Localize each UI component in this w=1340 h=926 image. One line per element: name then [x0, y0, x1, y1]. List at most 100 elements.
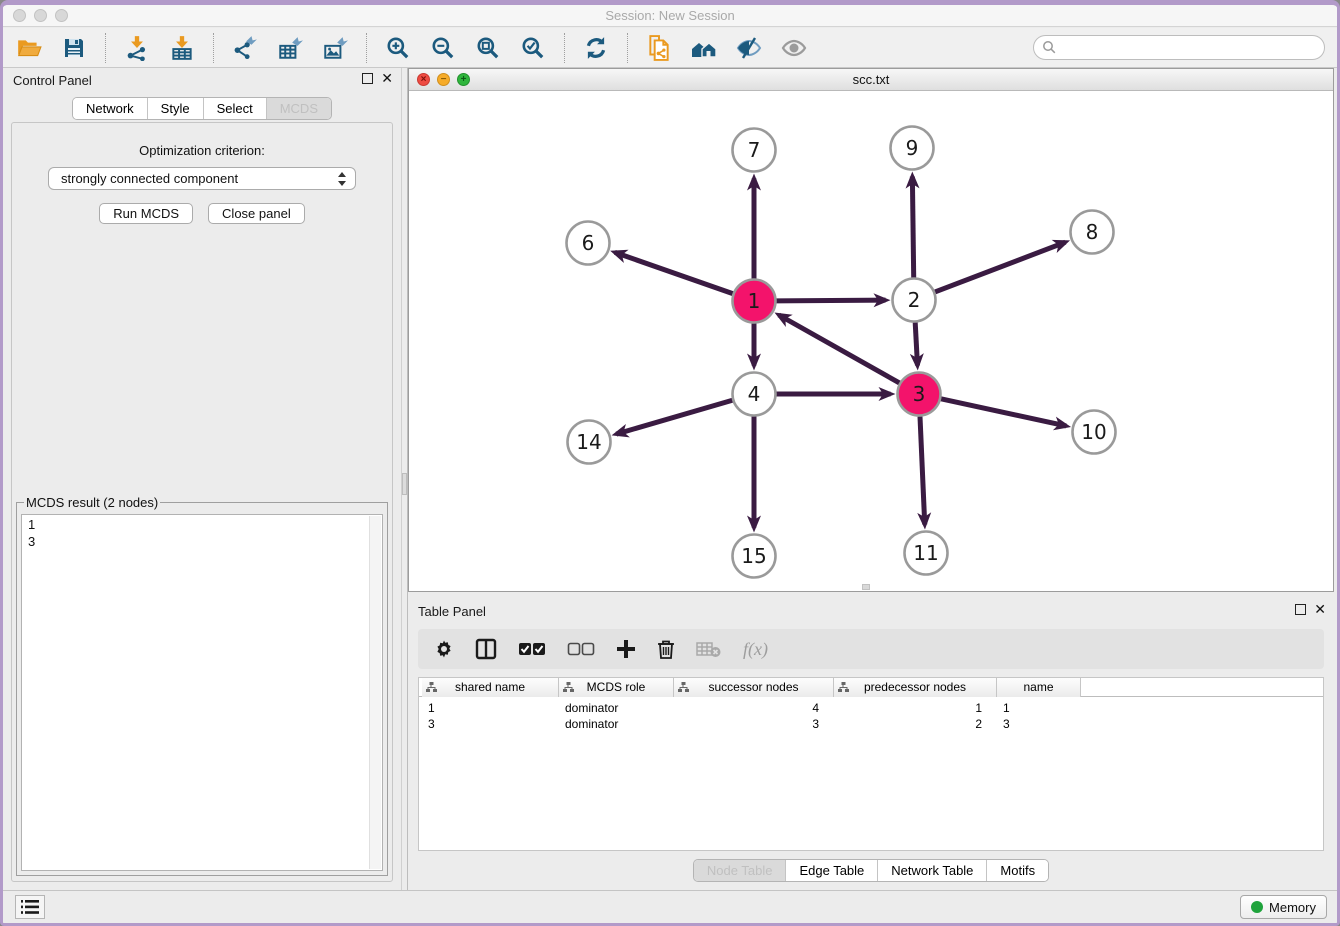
graph-edge-1-6[interactable]	[615, 252, 733, 293]
result-scrollbar[interactable]	[369, 516, 381, 869]
graph-edge-1-2[interactable]	[776, 300, 885, 301]
float-panel-icon[interactable]	[362, 73, 373, 84]
export-table-icon[interactable]	[276, 34, 304, 62]
copy-network-icon[interactable]	[645, 34, 673, 62]
zoom-in-icon[interactable]	[384, 34, 412, 62]
import-network-icon[interactable]	[123, 34, 151, 62]
graph-node-11[interactable]: 11	[905, 532, 948, 575]
table-options-gear-icon[interactable]	[434, 639, 454, 659]
task-history-button[interactable]	[15, 895, 45, 919]
home-icon[interactable]	[690, 34, 718, 62]
node-label: 14	[576, 430, 601, 454]
table-cell[interactable]: 1	[997, 700, 1081, 716]
table-row[interactable]: 1dominator411	[419, 700, 1323, 716]
graph-node-15[interactable]: 15	[733, 535, 776, 578]
add-column-icon[interactable]	[616, 639, 636, 659]
delete-column-icon[interactable]	[657, 639, 675, 659]
graph-node-10[interactable]: 10	[1073, 411, 1116, 454]
graph-node-4[interactable]: 4	[733, 373, 776, 416]
delete-table-icon[interactable]	[696, 640, 722, 658]
table-row[interactable]: 3dominator323	[419, 716, 1323, 732]
zoom-out-icon[interactable]	[429, 34, 457, 62]
table-cell[interactable]: 3	[422, 716, 559, 732]
select-all-columns-icon[interactable]	[518, 641, 546, 657]
mcds-result-text[interactable]: 13	[21, 514, 383, 871]
graph-edge-3-10[interactable]	[941, 399, 1066, 426]
column-header-name[interactable]: name	[997, 678, 1081, 697]
result-line: 3	[28, 533, 376, 550]
network-window-titlebar[interactable]: × − + scc.txt	[409, 69, 1333, 91]
graph-node-1[interactable]: 1	[733, 280, 776, 323]
main-toolbar	[3, 28, 1337, 68]
memory-button[interactable]: Memory	[1240, 895, 1327, 919]
tab-node-table[interactable]: Node Table	[694, 860, 786, 881]
splitter-handle[interactable]	[402, 473, 407, 495]
table-cell[interactable]: 4	[674, 700, 834, 716]
export-image-icon[interactable]	[321, 34, 349, 62]
graph-node-14[interactable]: 14	[568, 421, 611, 464]
search-input[interactable]	[1033, 35, 1325, 60]
graph-node-8[interactable]: 8	[1071, 211, 1114, 254]
tab-style[interactable]: Style	[147, 98, 203, 119]
import-table-icon[interactable]	[168, 34, 196, 62]
column-header-successor-nodes[interactable]: successor nodes	[674, 678, 834, 697]
toolbar-separator	[564, 33, 565, 63]
control-panel-title: Control Panel	[13, 73, 92, 88]
graph-edge-2-9[interactable]	[912, 176, 913, 277]
table-cell[interactable]: 1	[834, 700, 997, 716]
apply-function-icon[interactable]: f(x)	[743, 639, 768, 660]
tab-edge-table[interactable]: Edge Table	[785, 860, 877, 881]
open-file-icon[interactable]	[15, 34, 43, 62]
canvas-resize-handle[interactable]	[862, 584, 870, 590]
graph-node-9[interactable]: 9	[891, 127, 934, 170]
graph-node-3[interactable]: 3	[898, 373, 941, 416]
show-hide-icon[interactable]	[780, 34, 808, 62]
toolbar-separator	[627, 33, 628, 63]
network-window-title: scc.txt	[409, 72, 1333, 87]
tab-network-table[interactable]: Network Table	[877, 860, 986, 881]
column-header-shared-name[interactable]: shared name	[422, 678, 559, 697]
save-session-icon[interactable]	[60, 34, 88, 62]
column-header-MCDS-role[interactable]: MCDS role	[559, 678, 674, 697]
app-window: Session: New Session	[0, 0, 1340, 926]
column-header-predecessor-nodes[interactable]: predecessor nodes	[834, 678, 997, 697]
search-field	[1033, 35, 1325, 60]
table-toolbar: f(x)	[418, 629, 1324, 669]
zoom-selected-icon[interactable]	[519, 34, 547, 62]
show-columns-icon[interactable]	[475, 638, 497, 660]
float-table-panel-icon[interactable]	[1295, 604, 1306, 615]
panel-splitter[interactable]	[401, 68, 408, 890]
graph-edge-4-14[interactable]	[616, 400, 732, 434]
table-cell[interactable]: 3	[674, 716, 834, 732]
graph-node-7[interactable]: 7	[733, 129, 776, 172]
table-cell[interactable]: 3	[997, 716, 1081, 732]
network-canvas[interactable]: 7 9 6 8 1 2 4 3 14 10 15 11	[409, 91, 1333, 591]
close-table-panel-icon[interactable]: ✕	[1314, 604, 1326, 615]
graph-edge-2-3[interactable]	[915, 322, 917, 365]
graph-edge-3-11[interactable]	[920, 416, 925, 524]
close-panel-button[interactable]: Close panel	[208, 203, 305, 224]
node-label: 6	[582, 231, 595, 255]
table-cell[interactable]: dominator	[559, 700, 674, 716]
graph-node-2[interactable]: 2	[893, 279, 936, 322]
deselect-all-columns-icon[interactable]	[567, 641, 595, 657]
tab-network[interactable]: Network	[73, 98, 147, 119]
zoom-fit-icon[interactable]	[474, 34, 502, 62]
tab-mcds[interactable]: MCDS	[266, 98, 331, 119]
graph-node-6[interactable]: 6	[567, 222, 610, 265]
graph-edge-3-1[interactable]	[779, 315, 900, 383]
node-label: 9	[906, 136, 919, 160]
criterion-dropdown[interactable]: strongly connected component	[48, 167, 356, 190]
tab-motifs[interactable]: Motifs	[986, 860, 1048, 881]
control-panel-tabs: NetworkStyleSelectMCDS	[72, 97, 332, 120]
table-cell[interactable]: 2	[834, 716, 997, 732]
table-cell[interactable]: 1	[422, 700, 559, 716]
graph-edge-2-8[interactable]	[935, 242, 1065, 292]
run-mcds-button[interactable]: Run MCDS	[99, 203, 193, 224]
close-panel-icon[interactable]: ✕	[381, 73, 393, 84]
tab-select[interactable]: Select	[203, 98, 266, 119]
export-network-icon[interactable]	[231, 34, 259, 62]
table-cell[interactable]: dominator	[559, 716, 674, 732]
refresh-icon[interactable]	[582, 34, 610, 62]
toggle-visibility-icon[interactable]	[735, 34, 763, 62]
